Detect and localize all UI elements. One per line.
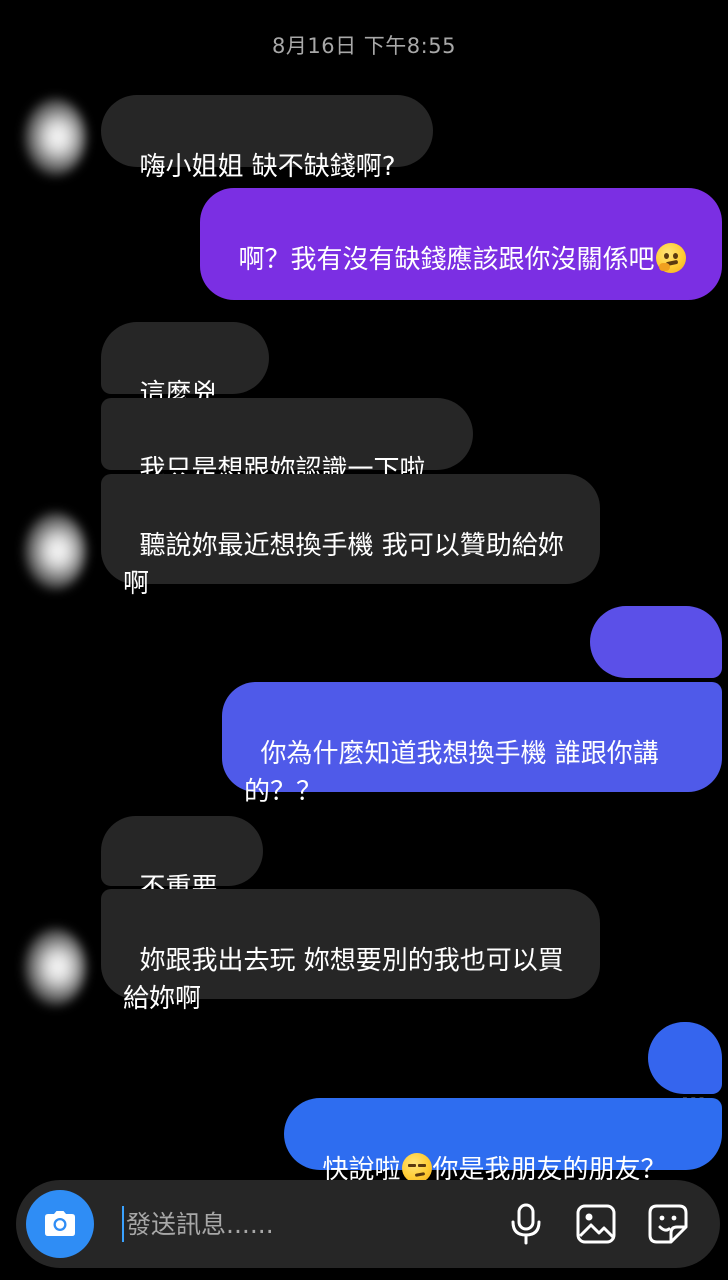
- microphone-button[interactable]: [504, 1202, 548, 1246]
- message-text: 妳跟我出去玩 妳想要別的我也可以買給妳啊: [123, 946, 564, 1014]
- incoming-message-bubble[interactable]: 妳跟我出去玩 妳想要別的我也可以買給妳啊: [101, 889, 600, 1014]
- sticker-button[interactable]: [646, 1202, 690, 1246]
- thinking-face-icon: [655, 243, 686, 273]
- message-text: 啊？我有沒有缺錢應該跟你沒關係吧: [238, 245, 655, 275]
- message-text: 你為什麼知道我想換手機 誰跟你講的？？: [244, 739, 659, 807]
- outgoing-message-bubble[interactable]: 你為什麼知道我想換手機 誰跟你講的？？: [222, 682, 722, 807]
- outgoing-message-bubble[interactable]: 快說啦 你是我朋友的朋友？: [284, 1098, 722, 1185]
- camera-icon: [45, 1211, 75, 1236]
- incoming-message-bubble[interactable]: 嗨小姐姐 缺不缺錢啊?: [101, 95, 433, 182]
- camera-button[interactable]: [26, 1190, 94, 1258]
- sender-avatar[interactable]: [24, 98, 86, 176]
- sender-avatar[interactable]: [24, 928, 86, 1006]
- image-icon: [576, 1204, 616, 1244]
- message-composer: [16, 1180, 720, 1268]
- outgoing-message-bubble[interactable]: ？？？: [590, 606, 722, 731]
- outgoing-message-bubble[interactable]: 啊？我有沒有缺錢應該跟你沒關係吧: [200, 188, 722, 300]
- incoming-message-bubble[interactable]: 這麼兇: [101, 322, 269, 445]
- message-input[interactable]: [124, 1202, 506, 1246]
- unamused-face-icon: [401, 1153, 432, 1183]
- incoming-message-bubble[interactable]: 我只是想跟妳認識一下啦: [101, 398, 473, 485]
- incoming-message-bubble[interactable]: 聽說妳最近想換手機 我可以贊助給妳啊: [101, 474, 600, 599]
- sender-avatar[interactable]: [24, 512, 86, 590]
- timestamp: 8月16日 下午8:55: [272, 34, 456, 58]
- incoming-message-bubble[interactable]: 不重要啦: [101, 816, 263, 941]
- sticker-icon: [648, 1204, 688, 1244]
- message-text: 嗨小姐姐 缺不缺錢啊?: [139, 152, 396, 182]
- microphone-icon: [511, 1203, 541, 1245]
- outgoing-message-bubble[interactable]: ...: [648, 1022, 722, 1108]
- gallery-button[interactable]: [574, 1202, 618, 1246]
- message-text: 聽說妳最近想換手機 我可以贊助給妳啊: [123, 531, 564, 599]
